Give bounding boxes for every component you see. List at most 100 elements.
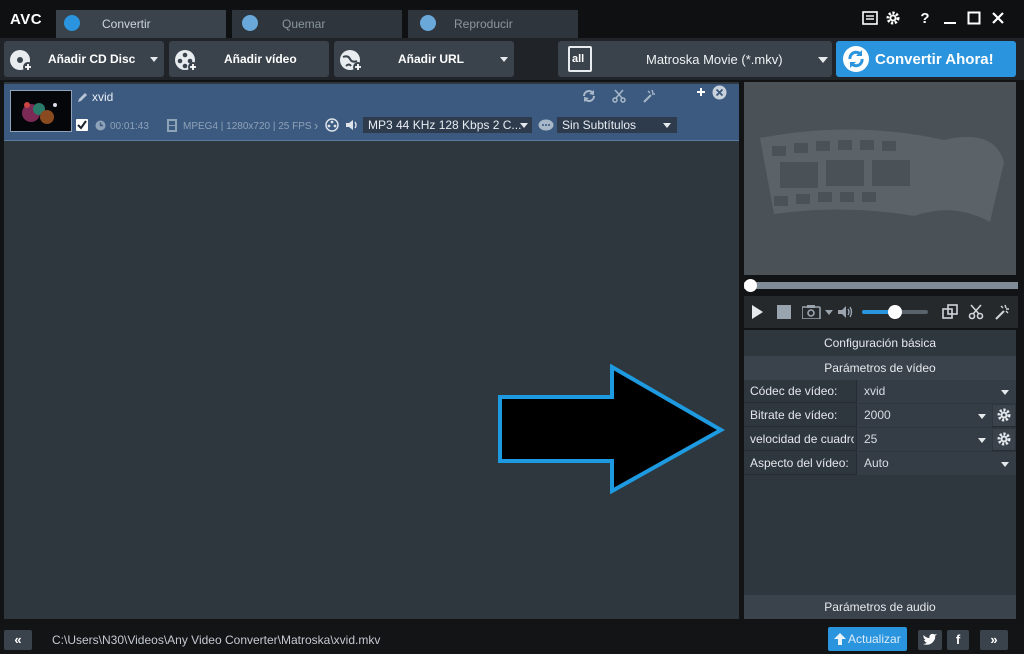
tab-convertir[interactable]: Convertir	[56, 10, 226, 38]
minimize-icon[interactable]	[942, 10, 960, 28]
frame-rate-value: 25	[864, 432, 878, 446]
tab-label: Quemar	[282, 17, 326, 31]
video-codec-row: Códec de vídeo: xvid	[744, 380, 1016, 403]
video-codec-value: xvid	[864, 384, 886, 398]
aspect-ratio-select[interactable]: Auto	[856, 452, 1016, 475]
tab-reproducir[interactable]: Reproducir	[408, 10, 578, 38]
chevron-down-icon[interactable]	[150, 57, 158, 62]
film-strip-icon	[760, 129, 1004, 222]
remove-icon[interactable]	[712, 85, 727, 100]
film-reel-icon[interactable]	[325, 118, 339, 132]
expand-right-button[interactable]: »	[980, 630, 1008, 650]
frame-rate-label: velocidad de cuadros:	[750, 432, 854, 446]
scissors-icon[interactable]	[968, 304, 984, 320]
twitter-icon[interactable]	[918, 630, 942, 650]
subtitle-select[interactable]: Sin Subtítulos	[557, 117, 677, 133]
tab-label: Convertir	[102, 17, 151, 31]
bitrate-settings-button[interactable]	[993, 405, 1015, 426]
globe-add-icon	[340, 50, 363, 72]
chevron-down-icon	[818, 57, 828, 63]
sync-icon[interactable]	[582, 89, 596, 103]
video-info: MPEG4 | 1280x720 | 25 FPS	[183, 121, 312, 132]
update-label: Actualizar	[848, 632, 901, 646]
seek-bar[interactable]	[744, 279, 1018, 292]
video-bitrate-row: Bitrate de vídeo: 2000	[744, 404, 1016, 427]
seek-handle[interactable]	[744, 279, 757, 292]
pencil-icon[interactable]	[76, 92, 88, 104]
play-icon	[420, 15, 436, 31]
update-button[interactable]: Actualizar	[828, 627, 907, 651]
close-icon[interactable]	[990, 10, 1008, 28]
chevron-down-icon	[1001, 390, 1009, 395]
frame-rate-settings-button[interactable]	[993, 429, 1015, 450]
video-bitrate-select[interactable]: 2000	[856, 404, 992, 427]
gear-icon	[997, 408, 1011, 422]
audio-track-value: MP3 44 KHz 128 Kbps 2 C...	[368, 118, 522, 132]
chevron-down-icon[interactable]	[500, 57, 508, 62]
refresh-icon	[843, 46, 869, 72]
add-cd-label: Añadir CD Disc	[48, 52, 136, 66]
gear-icon	[997, 432, 1011, 446]
volume-handle[interactable]	[888, 305, 902, 319]
video-codec-label: Códec de vídeo:	[750, 384, 838, 398]
magic-wand-icon[interactable]	[994, 304, 1010, 320]
add-url-label: Añadir URL	[398, 52, 464, 66]
add-icon[interactable]	[695, 86, 707, 98]
chevron-down-icon	[978, 414, 986, 419]
video-params-header[interactable]: Parámetros de vídeo	[744, 356, 1016, 380]
file-checkbox[interactable]	[76, 119, 88, 131]
chevron-down-icon[interactable]	[825, 310, 833, 315]
duration: 00:01:43	[110, 121, 149, 132]
play-icon[interactable]	[751, 305, 763, 319]
player-controls	[744, 296, 1018, 328]
chevron-down-icon	[978, 438, 986, 443]
app-logo: AVC	[10, 11, 43, 28]
help-button[interactable]: ?	[916, 10, 934, 28]
basic-settings-header[interactable]: Configuración básica	[744, 331, 1016, 355]
scissors-icon[interactable]	[612, 89, 626, 103]
camera-icon[interactable]	[802, 305, 822, 319]
disc-icon	[242, 15, 258, 31]
news-icon[interactable]	[862, 10, 880, 28]
collapse-left-button[interactable]: «	[4, 630, 32, 650]
add-video-button[interactable]: Añadir vídeo	[169, 41, 329, 77]
subtitle-value: Sin Subtítulos	[562, 118, 637, 132]
convert-now-button[interactable]: Convertir Ahora!	[836, 41, 1016, 77]
film-reel-add-icon	[175, 50, 198, 72]
video-codec-select[interactable]: xvid	[856, 380, 1016, 403]
output-path[interactable]: C:\Users\N30\Videos\Any Video Converter\…	[52, 633, 380, 647]
maximize-icon[interactable]	[966, 10, 984, 28]
volume-slider[interactable]	[862, 305, 928, 319]
video-preview	[744, 82, 1016, 275]
audio-track-select[interactable]: MP3 44 KHz 128 Kbps 2 C...	[363, 117, 532, 133]
video-bitrate-label: Bitrate de vídeo:	[750, 408, 838, 422]
convert-now-label: Convertir Ahora!	[875, 51, 994, 68]
add-video-label: Añadir vídeo	[224, 52, 297, 66]
gear-icon[interactable]	[885, 10, 903, 28]
facebook-icon[interactable]: f	[947, 630, 969, 650]
file-name: xvid	[92, 90, 114, 104]
frame-rate-row: velocidad de cuadros: 25	[744, 428, 1016, 451]
copy-icon[interactable]	[942, 304, 958, 320]
output-format-select[interactable]: all Matroska Movie (*.mkv)	[558, 41, 832, 77]
arrow-right-icon	[498, 364, 726, 494]
frame-rate-select[interactable]: 25	[856, 428, 992, 451]
tab-quemar[interactable]: Quemar	[232, 10, 402, 38]
audio-params-header[interactable]: Parámetros de audio	[744, 595, 1016, 619]
video-bitrate-value: 2000	[864, 408, 891, 422]
stop-icon[interactable]	[777, 305, 791, 319]
aspect-ratio-label: Aspecto del vídeo:	[750, 456, 849, 470]
magic-wand-icon[interactable]	[642, 89, 656, 103]
add-cd-button[interactable]: Añadir CD Disc	[4, 41, 164, 77]
speaker-icon	[346, 120, 357, 130]
add-url-button[interactable]: Añadir URL	[334, 41, 514, 77]
clock-icon	[95, 120, 106, 131]
cd-add-icon	[10, 50, 33, 72]
volume-icon[interactable]	[837, 305, 855, 319]
chevron-down-icon	[1001, 462, 1009, 467]
format-icon-text: all	[572, 53, 585, 65]
file-row[interactable]: xvid 00:01:43 MPEG4 | 1280x720 | 25 FPS …	[4, 84, 739, 141]
subtitle-icon	[538, 119, 554, 131]
file-list	[4, 82, 739, 619]
chevron-down-icon	[520, 123, 528, 128]
